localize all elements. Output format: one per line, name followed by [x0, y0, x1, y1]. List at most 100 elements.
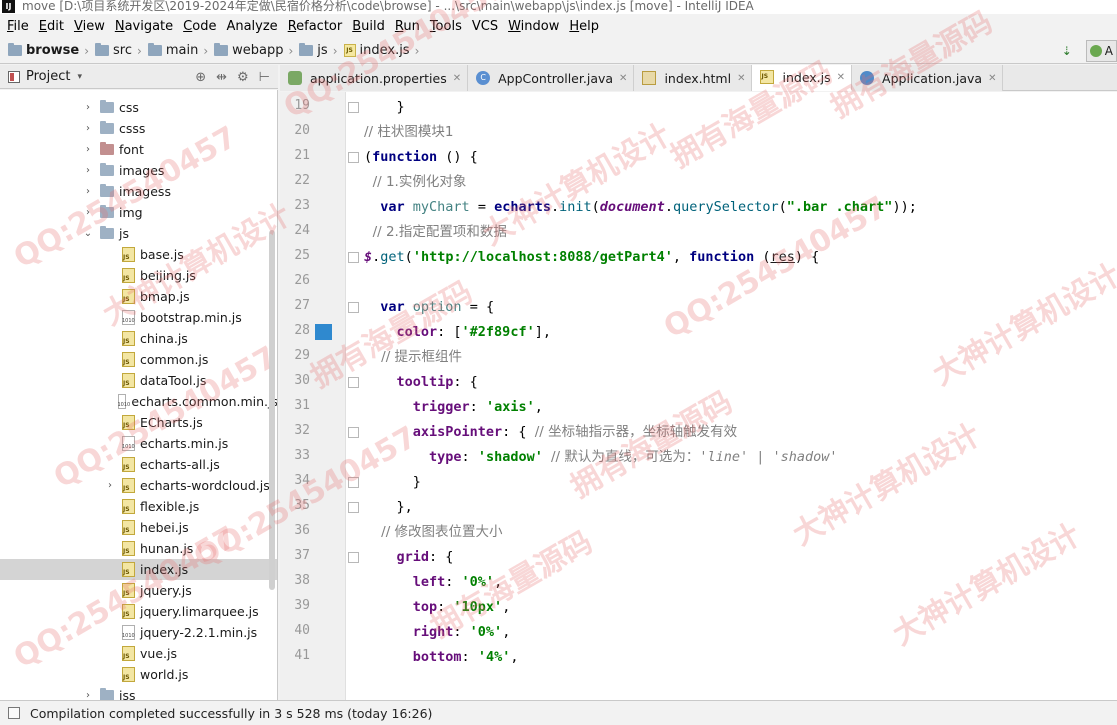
breadcrumb-item[interactable]: webapp › — [214, 43, 299, 58]
code-line[interactable]: var option = { — [364, 296, 494, 318]
breadcrumb-item[interactable]: JS index.js › — [343, 43, 426, 58]
tree-item[interactable]: jquery.limarquee.js — [0, 601, 277, 622]
tree-item[interactable]: › csss — [0, 118, 277, 139]
tree-item[interactable]: › img — [0, 202, 277, 223]
chevron-down-icon[interactable]: ▾ — [77, 72, 82, 82]
menu-help[interactable]: Help — [564, 19, 604, 34]
code-line[interactable]: tooltip: { — [364, 371, 478, 393]
code-line[interactable]: axisPointer: { // 坐标轴指示器，坐标轴触发有效 — [364, 421, 737, 443]
tree-item[interactable]: › echarts-wordcloud.js — [0, 475, 277, 496]
code-line[interactable]: // 修改图表位置大小 — [364, 521, 502, 543]
tree-item[interactable]: common.js — [0, 349, 277, 370]
chevron-down-icon[interactable]: ⌄ — [82, 228, 94, 239]
tree-item[interactable]: world.js — [0, 664, 277, 685]
fold-marker-icon[interactable] — [348, 427, 359, 438]
fold-marker-icon[interactable] — [348, 152, 359, 163]
tree-item[interactable]: echarts.common.min.js — [0, 391, 277, 412]
fold-marker-icon[interactable] — [348, 377, 359, 388]
code-line[interactable]: grid: { — [364, 546, 454, 568]
fold-marker-icon[interactable] — [348, 502, 359, 513]
collapse-icon[interactable]: ⇹ — [216, 70, 227, 85]
fold-marker-icon[interactable] — [348, 102, 359, 113]
close-icon[interactable]: ✕ — [988, 73, 996, 84]
tree-item[interactable]: › jss — [0, 685, 277, 700]
tree-item[interactable]: dataTool.js — [0, 370, 277, 391]
breadcrumb-item[interactable]: main › — [147, 43, 214, 58]
code-line[interactable]: // 1.实例化对象 — [364, 171, 467, 193]
fold-marker-icon[interactable] — [348, 552, 359, 563]
tree-item[interactable]: › css — [0, 97, 277, 118]
code-line[interactable]: var myChart = echarts.init(document.quer… — [364, 196, 917, 218]
tree-item[interactable]: echarts-all.js — [0, 454, 277, 475]
code-line[interactable]: }, — [364, 496, 413, 518]
menu-tools[interactable]: Tools — [425, 19, 467, 34]
tree-item[interactable]: index.js — [0, 559, 277, 580]
tab-index-html[interactable]: index.html ✕ — [634, 65, 753, 91]
tree-item[interactable]: echarts.min.js — [0, 433, 277, 454]
menu-edit[interactable]: Edit — [34, 19, 69, 34]
tree-item[interactable]: beijing.js — [0, 265, 277, 286]
code-line[interactable]: } — [364, 471, 421, 493]
tree-item[interactable]: bootstrap.min.js — [0, 307, 277, 328]
close-icon[interactable]: ✕ — [453, 73, 461, 84]
menu-vcs[interactable]: VCS — [467, 19, 503, 34]
close-icon[interactable]: ✕ — [837, 72, 845, 83]
code-line[interactable]: trigger: 'axis', — [364, 396, 543, 418]
code-line[interactable]: right: '0%', — [364, 621, 511, 643]
code-line[interactable]: bottom: '4%', — [364, 646, 519, 668]
sort-icon[interactable]: ⇣ — [1062, 44, 1072, 58]
code-line[interactable]: // 柱状图模块1 — [364, 121, 453, 143]
fold-marker-icon[interactable] — [348, 252, 359, 263]
tree-item[interactable]: hunan.js — [0, 538, 277, 559]
menu-build[interactable]: Build — [347, 19, 390, 34]
tree-item[interactable]: flexible.js — [0, 496, 277, 517]
chevron-right-icon[interactable]: › — [82, 144, 94, 155]
tree-item[interactable]: jquery.js — [0, 580, 277, 601]
tree-item[interactable]: base.js — [0, 244, 277, 265]
locate-icon[interactable]: ⊕ — [195, 70, 206, 85]
toggle-tool-windows-icon[interactable] — [8, 707, 20, 719]
project-panel-title[interactable]: Project — [26, 69, 70, 84]
code-line[interactable]: left: '0%', — [364, 571, 502, 593]
close-icon[interactable]: ✕ — [619, 73, 627, 84]
tree-item[interactable]: hebei.js — [0, 517, 277, 538]
tab-application-java[interactable]: Application.java ✕ — [852, 65, 1004, 91]
menu-run[interactable]: Run — [390, 19, 425, 34]
fold-marker-icon[interactable] — [348, 477, 359, 488]
breadcrumb-item[interactable]: js › — [299, 43, 343, 58]
chevron-right-icon[interactable]: › — [82, 165, 94, 176]
tree-item[interactable]: › imagess — [0, 181, 277, 202]
tree-item[interactable]: ECharts.js — [0, 412, 277, 433]
chevron-right-icon[interactable]: › — [82, 102, 94, 113]
tab-appcontroller-java[interactable]: C AppController.java ✕ — [468, 65, 635, 91]
tree-scrollbar[interactable] — [269, 230, 275, 590]
code-line[interactable]: color: ['#2f89cf'], — [364, 321, 551, 343]
menu-code[interactable]: Code — [178, 19, 221, 34]
tree-item[interactable]: china.js — [0, 328, 277, 349]
menu-refactor[interactable]: Refactor — [283, 19, 348, 34]
tab-application-properties[interactable]: application.properties ✕ — [280, 65, 469, 91]
chevron-right-icon[interactable]: › — [82, 690, 94, 700]
code-line[interactable]: top: '10px', — [364, 596, 511, 618]
code-editor[interactable]: 19 20 21 22 23 24 25 26 27 28 29 30 31 32 33 34 35 36 37 38… — [280, 92, 1117, 700]
menu-analyze[interactable]: Analyze — [221, 19, 282, 34]
tree-item[interactable]: vue.js — [0, 643, 277, 664]
code-line[interactable]: // 2.指定配置项和数据 — [364, 221, 507, 243]
chevron-right-icon[interactable]: › — [104, 480, 116, 491]
code-line[interactable]: // 提示框组件 — [364, 346, 462, 368]
menu-navigate[interactable]: Navigate — [110, 19, 178, 34]
breadcrumb-item[interactable]: browse › — [8, 43, 95, 58]
tree-item[interactable]: › images — [0, 160, 277, 181]
hide-panel-icon[interactable]: ⊢ — [259, 70, 270, 85]
code-line[interactable]: (function () { — [364, 146, 478, 168]
color-preview-icon[interactable] — [315, 324, 332, 340]
chevron-right-icon[interactable]: › — [82, 123, 94, 134]
gear-icon[interactable]: ⚙ — [237, 70, 249, 85]
tree-item[interactable]: jquery-2.2.1.min.js — [0, 622, 277, 643]
menu-view[interactable]: View — [69, 19, 110, 34]
code-line[interactable]: type: 'shadow' // 默认为直线，可选为：'line' | 'sh… — [364, 446, 838, 468]
chevron-right-icon[interactable]: › — [82, 207, 94, 218]
tree-item[interactable]: bmap.js — [0, 286, 277, 307]
code-line[interactable]: } — [364, 96, 405, 118]
fold-marker-icon[interactable] — [348, 302, 359, 313]
